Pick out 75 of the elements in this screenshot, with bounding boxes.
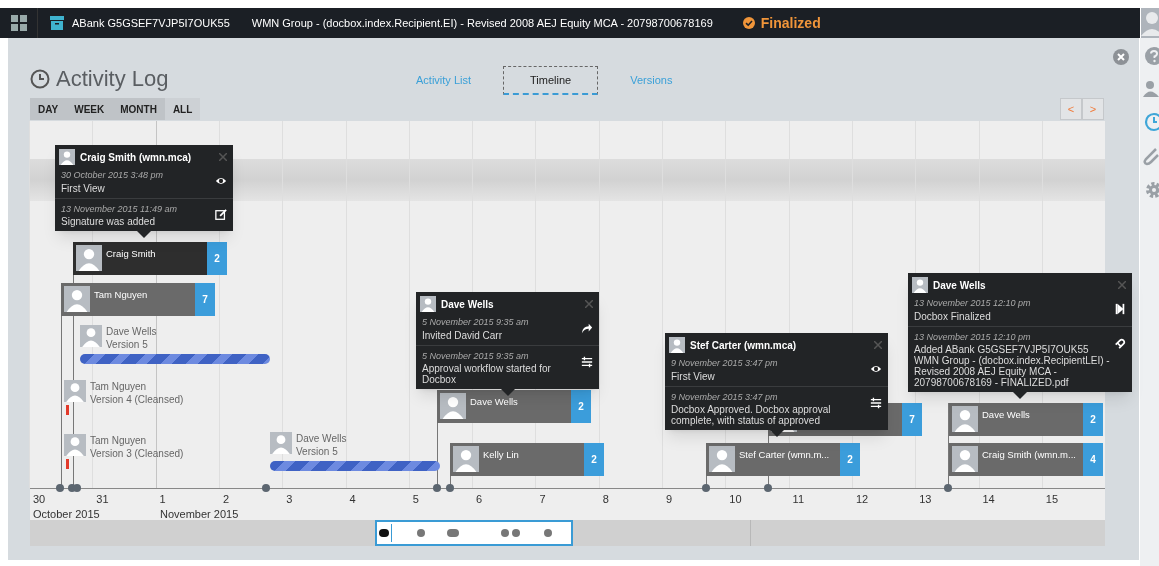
event-group-card[interactable]: Dave Wells 2 [437,390,591,423]
day-label: 6 [476,492,483,507]
user-name: Tam Nguyen [94,288,148,302]
entry-date: 13 November 2015 12:10 pm [914,330,1032,344]
day-label: 15 [1045,492,1059,507]
month-label: November 2015 [160,507,239,522]
user-name: Dave Wells [470,395,518,409]
popup-author: Dave Wells [441,297,495,312]
day-label: 12 [855,492,869,507]
page-title: Activity Log [56,65,169,93]
day-label: 31 [96,492,109,507]
day-label: 10 [729,492,742,507]
version-label: Version 5 [296,445,339,458]
version-label: Version 5 [106,338,149,351]
day-label: 9 [666,492,673,507]
entry-date: 30 October 2015 3:48 pm [61,169,165,182]
popup-author: Stef Carter (wmn.mca) [690,338,798,353]
day-label: 13 [919,492,932,507]
version-label: Version 3 (Cleansed) [90,447,184,460]
entry-text: Docbox Finalized [914,310,992,322]
count-badge: 2 [584,443,604,476]
entry-text: Invited David Carr [422,329,504,341]
count-badge: 7 [195,283,215,316]
count-badge: 7 [902,403,922,436]
entry-date: 5 November 2015 9:35 am [422,316,530,329]
user-name: Craig Smith [106,247,156,261]
event-group-card[interactable]: Tam Nguyen 7 [61,283,215,316]
entry-text: Docbox Approved. Docbox approval complete, with status of approved [671,404,832,426]
user-name: Dave Wells [982,408,1030,422]
range-button[interactable]: ALL [164,98,201,120]
day-label: 30 [33,492,46,507]
entry-date: 9 November 2015 3:47 pm [671,390,779,404]
day-label: 1 [159,492,166,507]
day-label: 5 [412,492,419,507]
entry-date: 5 November 2015 9:35 am [422,349,530,363]
version-author: Dave Wells [106,325,157,338]
popup-author: Dave Wells [933,278,987,293]
event-group-card[interactable]: Craig Smith (wmn.m... 4 [949,443,1103,476]
count-badge: 2 [840,443,860,476]
day-label: 8 [602,492,609,507]
month-label: October 2015 [33,507,100,522]
entry-text: First View [671,370,716,382]
entry-date: 13 November 2015 12:10 pm [914,297,1032,310]
event-group-card[interactable]: Dave Wells 2 [949,403,1103,436]
count-badge: 4 [1083,443,1103,476]
day-label: 14 [982,492,995,507]
event-group-card[interactable]: Kelly Lin 2 [450,443,604,476]
count-badge: 2 [1083,403,1103,436]
day-label: 11 [792,492,804,507]
day-label: 4 [349,492,356,507]
entry-text: Added ABank G5GSEF7VJP5I7OUK55 WMN Group - (docbox.index.RecipientLEI) - Revised 2008 AEJ Equity MCA - 20798700678169 - FINALIZED.pdf [914,344,1110,388]
document-title: WMN Group - (docbox.index.Recipient.EI) - Revised 2008 AEJ Equity MCA - 20798700678169 [251,15,713,31]
event-group-card[interactable]: Stef Carter (wmn.m... 2 [706,443,860,476]
event-group-card[interactable]: Craig Smith 2 [73,242,227,275]
day-label: 3 [286,492,293,507]
version-label: Version 4 (Cleansed) [90,393,184,406]
user-name: Craig Smith (wmn.m... [982,448,1076,462]
count-badge: 2 [207,242,227,275]
count-badge: 2 [571,390,591,423]
day-label: 7 [539,492,546,507]
view-tab[interactable]: Timeline [503,66,599,95]
entry-text: Approval workflow started for Docbox [422,363,552,385]
entry-text: Signature was added [61,216,156,227]
day-label: 2 [222,492,229,507]
entry-date: 13 November 2015 11:49 am [61,202,178,216]
version-author: Dave Wells [296,432,347,445]
user-name: Kelly Lin [483,448,519,462]
document-id: ABank G5GSEF7VJP5I7OUK55 [72,15,230,31]
user-name: Stef Carter (wmn.m... [739,448,830,462]
entry-text: First View [61,182,106,194]
status-label: Finalized [760,13,821,33]
version-author: Tam Nguyen [90,434,148,447]
entry-date: 9 November 2015 3:47 pm [671,357,779,370]
popup-author: Craig Smith (wmn.mca) [80,150,193,165]
version-author: Tam Nguyen [90,380,148,393]
